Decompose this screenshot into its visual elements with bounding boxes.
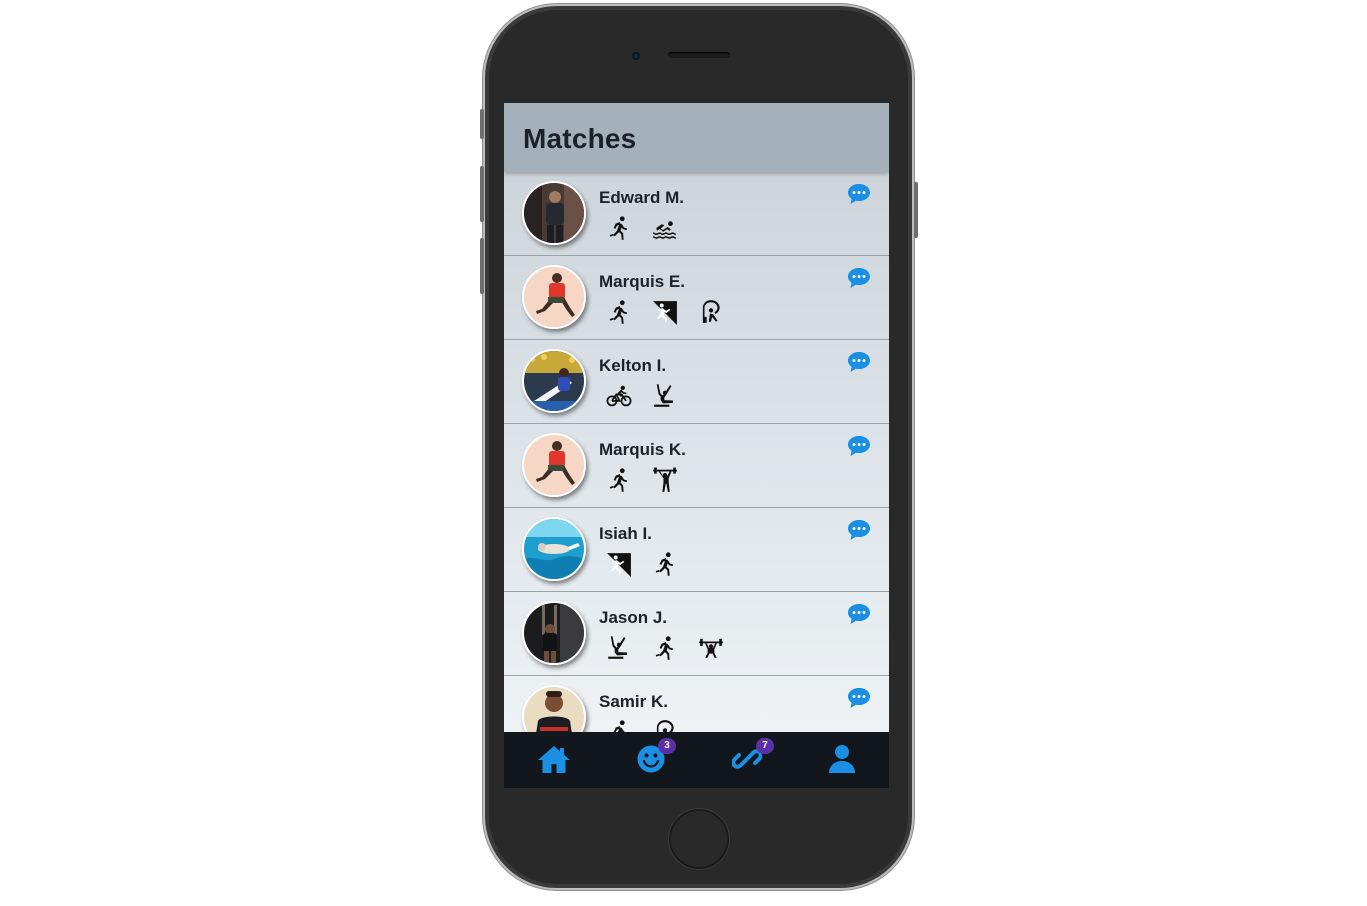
avatar[interactable] <box>522 685 586 732</box>
yoga-icon <box>656 720 674 732</box>
match-name: Marquis E. <box>599 272 685 291</box>
running-icon <box>655 552 674 576</box>
gymnastics-icon <box>608 636 628 659</box>
avatar[interactable] <box>522 181 586 245</box>
sport-icons <box>606 635 724 661</box>
climbing-icon <box>653 301 677 325</box>
tab-profile[interactable] <box>828 744 862 776</box>
chat-icon[interactable] <box>847 687 871 709</box>
tab-home[interactable] <box>537 744 571 776</box>
earpiece-speaker <box>668 52 730 58</box>
weightlifting-icon <box>653 467 677 492</box>
chat-icon[interactable] <box>847 603 871 625</box>
match-row[interactable]: Edward M. <box>504 172 889 256</box>
volume-up-button <box>480 166 484 222</box>
notification-badge: 7 <box>756 738 774 754</box>
sport-icons <box>606 215 678 241</box>
running-icon <box>609 468 628 492</box>
yoga-icon <box>702 300 720 323</box>
volume-down-button <box>480 238 484 294</box>
avatar[interactable] <box>522 601 586 665</box>
home-icon <box>538 746 570 773</box>
bottom-tab-bar: 3 7 <box>504 732 889 788</box>
sport-icons <box>606 383 678 409</box>
matches-list[interactable]: Edward M. Marquis E. Kelton I. Marquis K… <box>504 172 889 732</box>
match-row[interactable]: Jason J. <box>504 592 889 676</box>
running-icon <box>655 636 674 660</box>
sport-icons <box>606 719 678 732</box>
sport-icons <box>606 467 678 493</box>
page-title: Matches <box>523 123 637 154</box>
power-button <box>914 182 918 238</box>
running-icon <box>613 720 626 732</box>
match-name: Samir K. <box>599 692 668 711</box>
match-name: Jason J. <box>599 608 668 627</box>
home-button[interactable] <box>669 809 729 869</box>
header: Matches <box>504 103 889 172</box>
match-row[interactable]: Samir K. <box>504 676 889 732</box>
match-name: Isiah I. <box>599 524 652 543</box>
gymnastics-icon <box>654 384 674 407</box>
match-name: Marquis K. <box>599 440 686 459</box>
cycling-icon <box>606 385 632 407</box>
tab-matches[interactable]: 3 <box>636 738 676 776</box>
match-name: Edward M. <box>599 188 685 207</box>
chat-icon[interactable] <box>847 351 871 373</box>
chat-icon[interactable] <box>847 435 871 457</box>
running-icon <box>609 300 628 324</box>
chat-icon[interactable] <box>847 267 871 289</box>
weightlifting-icon <box>699 638 723 658</box>
match-row[interactable]: Kelton I. <box>504 340 889 424</box>
running-icon <box>609 216 628 240</box>
match-row[interactable]: Isiah I. <box>504 508 889 592</box>
app-screen: Matches Edward M. Marquis E. Kelton I. M… <box>504 103 889 788</box>
chat-icon[interactable] <box>847 183 871 205</box>
avatar[interactable] <box>522 433 586 497</box>
avatar[interactable] <box>522 349 586 413</box>
front-camera <box>632 52 640 60</box>
sport-icons <box>606 551 678 577</box>
match-row[interactable]: Marquis E. <box>504 256 889 340</box>
tab-connections[interactable]: 7 <box>731 738 774 776</box>
chat-icon[interactable] <box>847 519 871 541</box>
match-name: Kelton I. <box>599 356 667 375</box>
avatar[interactable] <box>522 265 586 329</box>
climbing-icon <box>607 553 631 577</box>
notification-badge: 3 <box>658 738 676 754</box>
sport-icons <box>606 299 724 325</box>
profile-icon <box>829 745 855 773</box>
mute-switch <box>480 109 484 139</box>
swimming-icon <box>653 221 676 239</box>
avatar[interactable] <box>522 517 586 581</box>
match-row[interactable]: Marquis K. <box>504 424 889 508</box>
